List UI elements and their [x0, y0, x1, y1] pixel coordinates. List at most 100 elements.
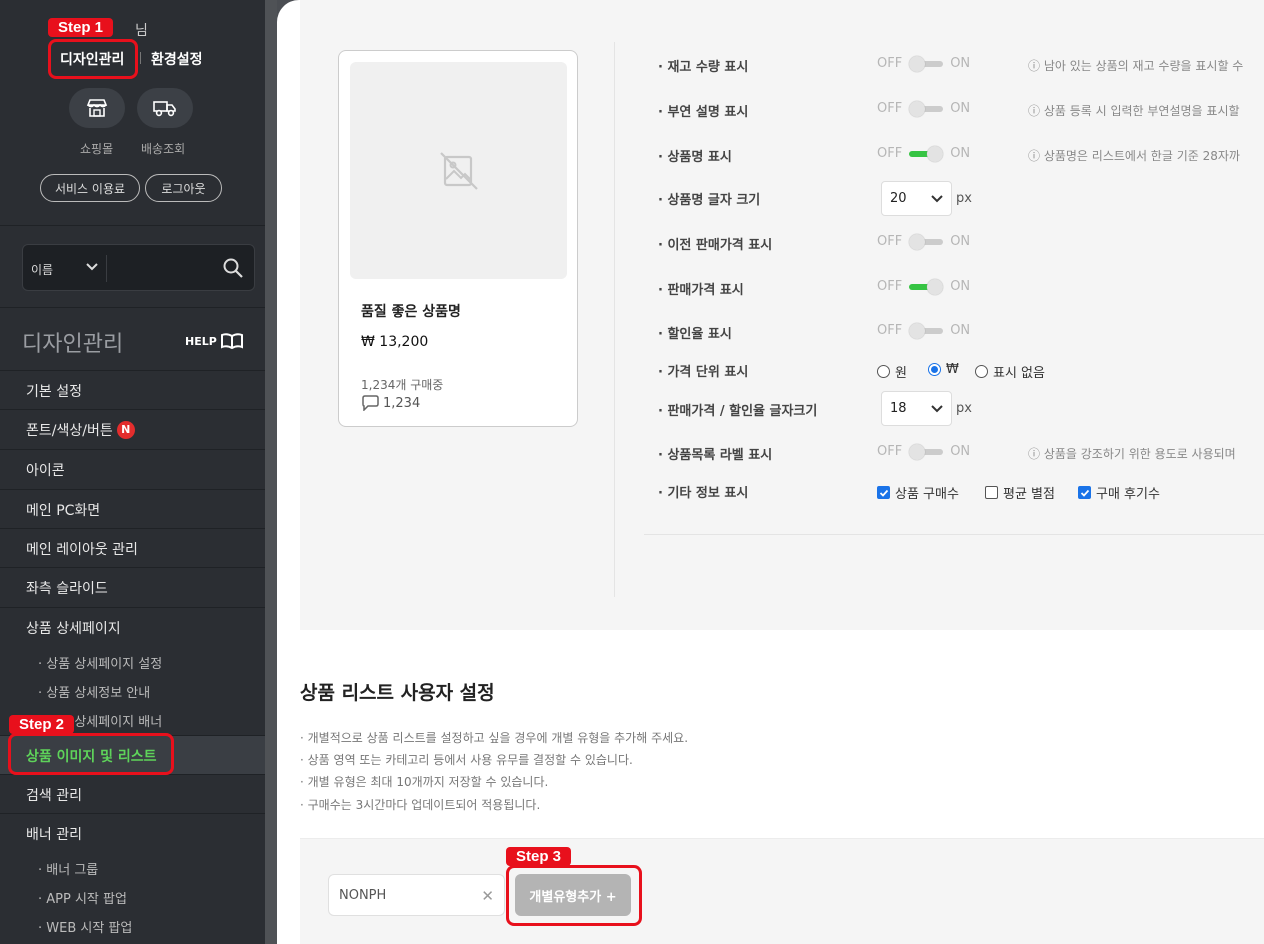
step1-tag: Step 1 [48, 18, 114, 37]
toggle-off-text: OFF [877, 56, 903, 71]
review-count: 1,234 [383, 395, 421, 411]
delivery-button[interactable] [137, 88, 193, 128]
submenu-app-popup[interactable]: · APP 시작 팝업 [38, 888, 127, 907]
hint-list-label: ⓘ 상품을 강조하기 위한 용도로 사용되며 [1028, 447, 1236, 461]
menu-main-layout[interactable]: 메인 레이아웃 관리 [0, 528, 265, 568]
user-settings-title: 상품 리스트 사용자 설정 [300, 682, 495, 704]
menu-label: 폰트/색상/버튼 [26, 422, 113, 439]
radio-unit-symbol[interactable]: ₩ [928, 362, 959, 377]
menu-font-color-button[interactable]: 폰트/색상/버튼 N [0, 409, 265, 449]
step1-highlight [48, 39, 138, 79]
menu-search-manage[interactable]: 검색 관리 [0, 774, 265, 814]
menu-main-pc[interactable]: 메인 PC화면 [0, 489, 265, 529]
submenu-banner-group[interactable]: · 배너 그룹 [38, 859, 98, 878]
search-icon[interactable] [222, 257, 244, 279]
step3-highlight [506, 865, 642, 926]
chip-label: NONPH [339, 887, 387, 903]
toggle-discount[interactable]: OFF ON [877, 322, 970, 339]
hint-name-display: ⓘ 상품명은 리스트에서 한글 기준 28자까 [1028, 149, 1240, 163]
shop-label: 쇼핑몰 [80, 142, 114, 156]
toggle-on-text: ON [950, 279, 971, 294]
sidebar-section-title: 디자인관리 [22, 332, 124, 357]
toggle-sale-price[interactable]: OFF ON [877, 278, 971, 295]
product-image-placeholder [350, 62, 567, 279]
toggle-on-text: ON [950, 234, 971, 249]
select-value: 18 [890, 401, 907, 416]
sidebar-search: 이름 [22, 244, 255, 291]
checkbox-label: 구매 후기수 [1096, 487, 1160, 502]
hint-extra-desc: ⓘ 상품 등록 시 입력한 부연설명을 표시할 [1028, 104, 1240, 118]
label-discount: · 할인율 표시 [658, 327, 732, 342]
submenu-detail-setting[interactable]: · 상품 상세페이지 설정 [38, 653, 162, 672]
radio-unit-none[interactable]: 표시 없음 [975, 362, 1045, 381]
divider [106, 255, 107, 282]
delivery-label: 배송조회 [141, 142, 186, 156]
store-icon [86, 99, 108, 117]
help-label: HELP [185, 334, 217, 348]
custom-type-panel: NONPH ✕ 개별유형추가 + [300, 838, 1264, 944]
custom-type-chip[interactable]: NONPH ✕ [328, 874, 505, 916]
menu-left-slide[interactable]: 좌측 슬라이드 [0, 567, 265, 607]
label-prev-price: · 이전 판매가격 표시 [658, 238, 773, 253]
step3-tag: Step 3 [506, 847, 572, 866]
name-size-select[interactable]: 20 [881, 181, 952, 216]
main-content: 품질 좋은 상품명 ₩ 13,200 1,234개 구매중 1,234 · 재고… [277, 0, 1264, 944]
toggle-extra-desc[interactable]: OFF ON [877, 100, 970, 117]
sidebar-scrollbar[interactable] [265, 0, 277, 944]
unit-label: px [956, 191, 972, 206]
env-settings-link[interactable]: 환경설정 [151, 49, 203, 69]
toggle-on-text: ON [950, 56, 971, 71]
toggle-off-text: OFF [877, 279, 903, 294]
radio-label: ₩ [946, 362, 959, 377]
toggle-off-text: OFF [877, 146, 903, 161]
divider [614, 42, 615, 597]
truck-icon [153, 101, 176, 117]
help-button[interactable]: HELP [185, 333, 243, 349]
toggle-off-text: OFF [877, 444, 903, 459]
menu-banner-manage[interactable]: 배너 관리 [0, 813, 265, 853]
chevron-down-icon[interactable] [85, 259, 99, 273]
close-icon[interactable]: ✕ [481, 887, 494, 905]
book-icon [220, 333, 243, 349]
select-value: 20 [890, 191, 907, 206]
toggle-stock-display[interactable]: OFF ON [877, 55, 971, 72]
label-sale-price: · 판매가격 표시 [658, 283, 744, 298]
label-extra-desc: · 부연 설명 표시 [658, 105, 749, 120]
description-line: · 개별 유형은 최대 10개까지 저장할 수 있습니다. [300, 775, 549, 789]
shop-button[interactable] [69, 88, 125, 128]
submenu-detail-info[interactable]: · 상품 상세정보 안내 [38, 682, 150, 701]
radio-label: 원 [895, 366, 907, 381]
checkbox-purchase-count[interactable]: 상품 구매수 [877, 483, 959, 502]
toggle-on-text: ON [950, 444, 971, 459]
service-fee-button[interactable]: 서비스 이용료 [40, 174, 140, 202]
description-line: · 구매수는 3시간마다 업데이트되어 적용됩니다. [300, 798, 541, 812]
toggle-list-label[interactable]: OFF ON [877, 443, 971, 460]
step2-tag: Step 2 [9, 715, 75, 734]
toggle-off-text: OFF [877, 323, 903, 338]
product-name: 품질 좋은 상품명 [361, 304, 461, 320]
search-type-select[interactable]: 이름 [31, 261, 53, 278]
speech-bubble-icon [362, 395, 379, 411]
description-line: · 개별적으로 상품 리스트를 설정하고 싶을 경우에 개별 유형을 추가해 주… [300, 731, 689, 745]
toggle-prev-price[interactable]: OFF ON [877, 233, 971, 250]
label-name-display: · 상품명 표시 [658, 150, 732, 165]
checkbox-review-count[interactable]: 구매 후기수 [1078, 483, 1160, 502]
product-review-count: 1,234 [361, 395, 420, 411]
toggle-name-display[interactable]: OFF ON [877, 145, 970, 162]
menu-basic-settings[interactable]: 기본 설정 [0, 370, 265, 410]
toggle-off-text: OFF [877, 234, 903, 249]
radio-unit-won[interactable]: 원 [877, 362, 907, 381]
menu-icon[interactable]: 아이콘 [0, 449, 265, 489]
label-stock-display: · 재고 수량 표시 [658, 60, 749, 75]
label-list-label: · 상품목록 라벨 표시 [658, 448, 773, 463]
logout-button[interactable]: 로그아웃 [145, 174, 222, 202]
price-font-size-select[interactable]: 18 [881, 391, 952, 426]
checkbox-label: 상품 구매수 [895, 487, 959, 502]
checkbox-avg-rating[interactable]: 평균 별점 [985, 483, 1055, 502]
menu-product-detail[interactable]: 상품 상세페이지 [0, 607, 265, 647]
submenu-web-popup[interactable]: · WEB 시작 팝업 [38, 917, 132, 936]
divider [140, 52, 141, 64]
hint-stock-display: ⓘ 남아 있는 상품의 재고 수량을 표시할 수 [1028, 59, 1244, 73]
chevron-down-icon [931, 405, 943, 413]
label-price-font-size: · 판매가격 / 할인율 글자크기 [658, 404, 818, 419]
